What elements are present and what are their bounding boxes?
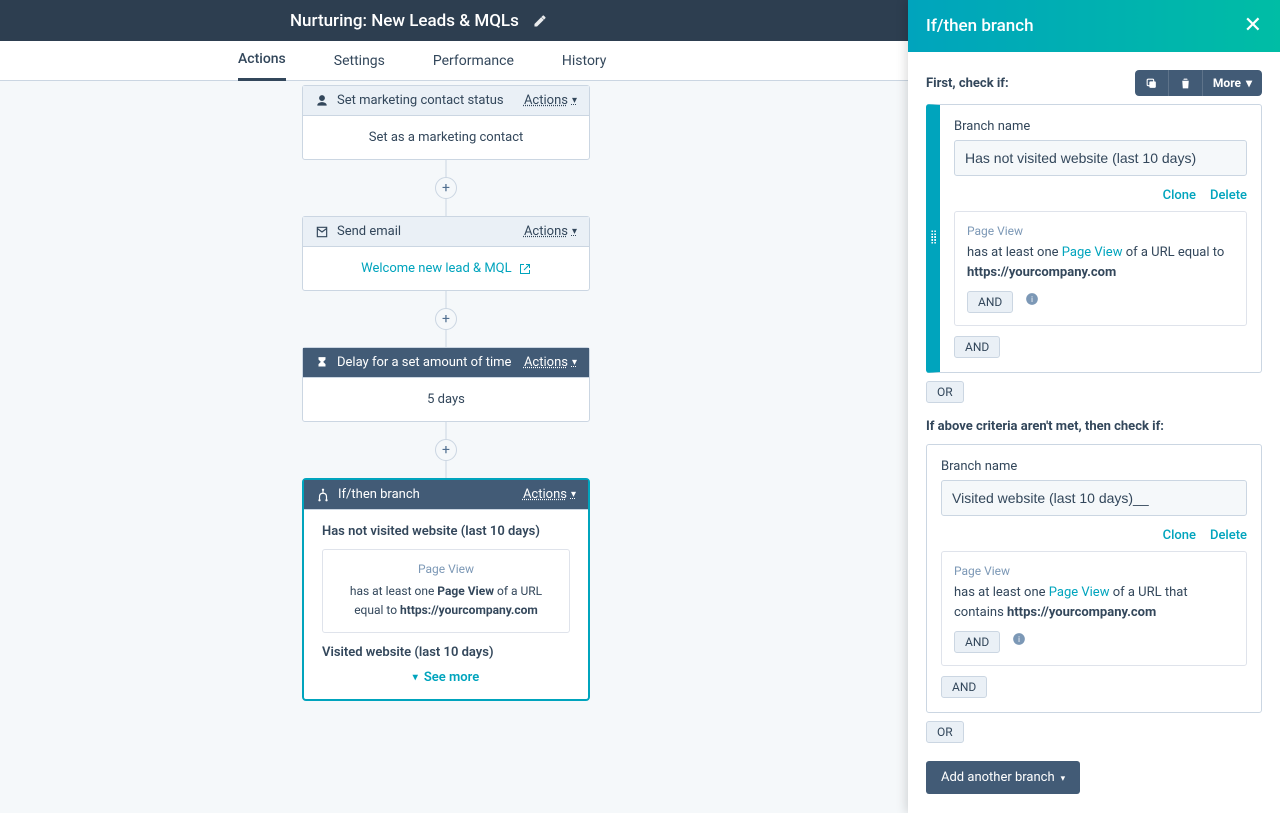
delete-icon-button[interactable]	[1168, 70, 1202, 96]
tab-actions[interactable]: Actions	[238, 41, 286, 81]
node-header: Send email Actions	[303, 217, 589, 247]
panel-body: First, check if: More ▾ ⠿⠿⠿ Branch name …	[908, 52, 1280, 813]
page-view-link[interactable]: Page View	[1049, 585, 1110, 600]
close-icon[interactable]: ✕	[1244, 15, 1262, 37]
filter-line: has at least one Page View of a URL that…	[954, 583, 1234, 623]
delete-link[interactable]: Delete	[1210, 528, 1247, 543]
node-body: 5 days	[303, 378, 589, 421]
filter-line: has at least one Page View of a URL equa…	[967, 243, 1234, 283]
node-title: Set marketing contact status	[337, 93, 504, 108]
branch-name-label: Branch name	[954, 119, 1247, 134]
branch-name-input-1[interactable]	[954, 140, 1247, 176]
node-header: Set marketing contact status Actions	[303, 86, 589, 116]
filter-box-1[interactable]: Page View has at least one Page View of …	[954, 211, 1247, 326]
node-title: If/then branch	[338, 487, 420, 502]
branch-toolbar: More ▾	[1135, 70, 1262, 96]
node-header: If/then branch Actions	[304, 480, 588, 510]
edit-icon[interactable]	[533, 14, 547, 28]
branch-title: Has not visited website (last 10 days)	[322, 524, 570, 539]
add-branch-button[interactable]: Add another branch	[926, 761, 1080, 794]
side-panel: If/then branch ✕ First, check if: More ▾…	[908, 0, 1280, 813]
node-actions-dropdown[interactable]: Actions	[523, 487, 576, 502]
workflow-title: Nurturing: New Leads & MQLs	[290, 11, 519, 31]
branch-title-2: Visited website (last 10 days)	[322, 645, 570, 660]
see-more-link[interactable]: See more	[322, 670, 570, 685]
add-action-button[interactable]: +	[435, 439, 457, 461]
panel-title: If/then branch	[926, 16, 1034, 36]
clone-link[interactable]: Clone	[1163, 528, 1196, 543]
criteria-line: has at least one Page View of a URL equa…	[337, 582, 555, 620]
node-title: Delay for a set amount of time	[337, 355, 511, 370]
first-check-row: First, check if: More ▾	[926, 70, 1262, 96]
node-set-contact[interactable]: Set marketing contact status Actions Set…	[302, 85, 590, 160]
node-actions-dropdown[interactable]: Actions	[524, 224, 577, 239]
tab-history[interactable]: History	[562, 41, 607, 81]
info-icon[interactable]: i	[1012, 632, 1026, 646]
filter-type-label: Page View	[967, 224, 1234, 238]
add-action-button[interactable]: +	[435, 177, 457, 199]
connector: +	[446, 291, 447, 347]
criteria-box: Page View has at least one Page View of …	[322, 549, 570, 633]
node-actions-dropdown[interactable]: Actions	[524, 355, 577, 370]
branch-card-2[interactable]: Branch name Clone Delete Page View has a…	[926, 444, 1262, 713]
branch-name-label: Branch name	[941, 459, 1247, 474]
and-pill-inner[interactable]: AND	[954, 631, 1000, 653]
branch-name-input-2[interactable]	[941, 480, 1247, 516]
node-send-email[interactable]: Send email Actions Welcome new lead & MQ…	[302, 216, 590, 291]
panel-header: If/then branch ✕	[908, 0, 1280, 52]
page-view-link[interactable]: Page View	[1062, 245, 1123, 260]
connector: +	[446, 160, 447, 216]
and-pill-outer[interactable]: AND	[954, 336, 1000, 358]
and-pill-inner[interactable]: AND	[967, 291, 1013, 313]
connector: +	[446, 422, 447, 478]
user-icon	[315, 94, 329, 108]
svg-text:i: i	[1018, 635, 1020, 644]
tab-performance[interactable]: Performance	[433, 41, 514, 81]
delete-link[interactable]: Delete	[1210, 188, 1247, 203]
node-ifthen-branch[interactable]: If/then branch Actions Has not visited w…	[302, 478, 590, 701]
node-actions-dropdown[interactable]: Actions	[524, 93, 577, 108]
clone-link[interactable]: Clone	[1163, 188, 1196, 203]
info-icon[interactable]: i	[1025, 292, 1039, 306]
email-link[interactable]: Welcome new lead & MQL	[361, 261, 511, 276]
branch-icon	[316, 488, 330, 502]
filter-type-label: Page View	[954, 564, 1234, 578]
filter-box-2[interactable]: Page View has at least one Page View of …	[941, 551, 1247, 666]
or-pill[interactable]: OR	[926, 721, 964, 743]
add-action-button[interactable]: +	[435, 308, 457, 330]
tab-settings[interactable]: Settings	[334, 41, 385, 81]
or-pill[interactable]: OR	[926, 381, 964, 403]
external-link-icon	[519, 263, 531, 275]
mail-icon	[315, 225, 329, 239]
branch-card-1[interactable]: ⠿⠿⠿ Branch name Clone Delete Page View h…	[926, 104, 1262, 373]
more-dropdown[interactable]: More ▾	[1202, 70, 1262, 96]
node-body: Has not visited website (last 10 days) P…	[304, 510, 588, 699]
clone-icon-button[interactable]	[1135, 70, 1168, 96]
and-pill-outer[interactable]: AND	[941, 676, 987, 698]
criteria-type: Page View	[337, 562, 555, 576]
node-body: Set as a marketing contact	[303, 116, 589, 159]
node-title: Send email	[337, 224, 401, 239]
node-body: Welcome new lead & MQL	[303, 247, 589, 290]
hourglass-icon	[315, 356, 329, 370]
between-label: If above criteria aren't met, then check…	[926, 419, 1262, 434]
svg-text:i: i	[1031, 295, 1033, 304]
drag-handle-icon[interactable]: ⠿⠿⠿	[930, 234, 938, 243]
node-delay[interactable]: Delay for a set amount of time Actions 5…	[302, 347, 590, 422]
first-check-label: First, check if:	[926, 76, 1009, 91]
node-header: Delay for a set amount of time Actions	[303, 348, 589, 378]
